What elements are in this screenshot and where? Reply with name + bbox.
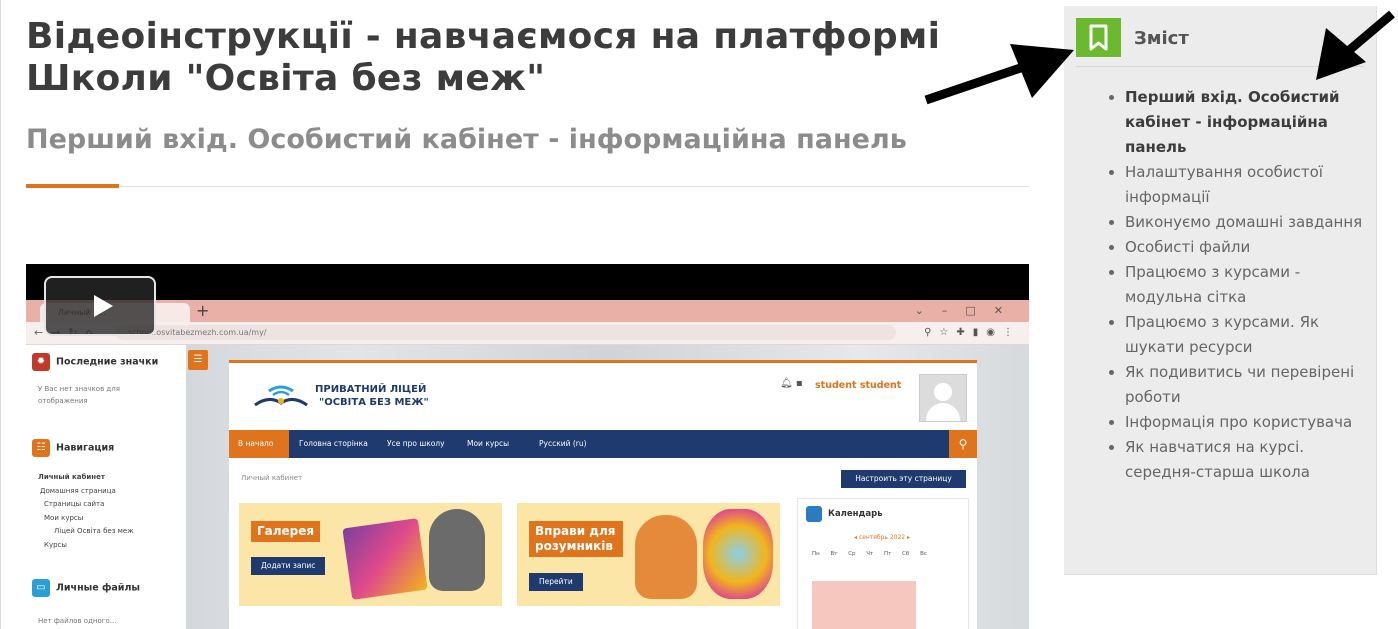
exercises-banner-title: Вправи для розумників bbox=[529, 521, 623, 557]
site-nav-item: Усе про школу bbox=[387, 439, 445, 448]
video-frame-browser: Личный к... + ⌄–□✕ ←→↻⌂ school.osvitabez… bbox=[26, 300, 1029, 629]
raccoon-mascot-icon bbox=[429, 509, 485, 591]
calendar-month: ◂ сентябрь 2022 ▸ bbox=[853, 534, 911, 541]
nav-tree-item: Личный кабинет bbox=[38, 473, 105, 481]
browser-urlbar: ←→↻⌂ school.osvitabezmezh.com.ua/my/ ⚲☆✚… bbox=[26, 322, 1029, 345]
notifications-icon: 🔔︎ ▪ bbox=[780, 378, 803, 389]
title-divider-accent bbox=[26, 184, 119, 188]
files-block-title: ▭ Личные файлы bbox=[32, 579, 140, 598]
avatar bbox=[919, 374, 967, 422]
site-page: ПРИВАТНИЙ ЛІЦЕЙ "ОСВІТА БЕЗ МЕЖ" 🔔︎ ▪ st… bbox=[229, 360, 977, 629]
bookmark-icon bbox=[1076, 18, 1121, 57]
page-left-border bbox=[0, 0, 1, 629]
nav-tree-item: Мои курсы bbox=[44, 513, 84, 522]
toc-item-checked-works[interactable]: Як подивитись чи перевірені роботи bbox=[1125, 360, 1365, 410]
calendar-weekdays: Пн Вт Ср Чт Пт Сб Вс bbox=[812, 551, 927, 557]
calendar-grid bbox=[812, 581, 916, 629]
badges-block-title: ✹ Последние значки bbox=[32, 353, 158, 372]
toc-divider bbox=[1076, 66, 1364, 67]
site-nav-item: В начало bbox=[238, 439, 274, 448]
gallery-banner: Галерея Додати запис bbox=[239, 503, 502, 606]
sitemap-icon: ☷ bbox=[32, 439, 50, 457]
gallery-painting-icon bbox=[342, 518, 428, 600]
site-nav: В начало Головна сторінка Усе про школу … bbox=[229, 430, 977, 458]
calendar-icon bbox=[806, 505, 822, 522]
school-logo-text: ПРИВАТНИЙ ЛІЦЕЙ "ОСВІТА БЕЗ МЕЖ" bbox=[315, 383, 429, 409]
badge-icon: ✹ bbox=[32, 353, 50, 371]
drawer-toggle-icon: ☰ bbox=[188, 350, 208, 370]
logo-line-1: ПРИВАТНИЙ ЛІЦЕЙ bbox=[315, 384, 427, 395]
nav-tree-item: Курсы bbox=[44, 540, 67, 549]
toc-item-courses-resources[interactable]: Працюємо з курсами. Як шукати ресурси bbox=[1125, 310, 1365, 360]
brain-art-icon bbox=[703, 509, 773, 599]
table-of-contents: Зміст Перший вхід. Особистий кабінет - і… bbox=[1064, 6, 1377, 575]
files-block-text: Нет файлов одного... bbox=[38, 617, 117, 625]
avatar-head bbox=[934, 383, 952, 401]
folder-icon: ▭ bbox=[32, 579, 50, 597]
site-nav-item: Русский (ru) bbox=[539, 439, 587, 448]
calendar-block: Календарь ◂ сентябрь 2022 ▸ Пн Вт Ср Чт … bbox=[797, 498, 969, 629]
site-nav-item: Мои курсы bbox=[467, 439, 510, 448]
calendar-title: Календарь bbox=[806, 505, 883, 523]
school-logo-icon bbox=[254, 385, 308, 407]
badges-block-text: У Вас нет значков для отображения bbox=[38, 385, 120, 405]
breadcrumb: Личный кабинет bbox=[241, 474, 303, 482]
title-divider bbox=[26, 186, 1029, 187]
toc-item-homework[interactable]: Виконуємо домашні завдання bbox=[1125, 210, 1365, 235]
browser-url: school.osvitabezmezh.com.ua/my/ bbox=[116, 325, 896, 340]
gallery-add-button: Додати запис bbox=[251, 557, 326, 575]
logo-line-2: "ОСВІТА БЕЗ МЕЖ" bbox=[319, 397, 429, 408]
toc-item-personal-files[interactable]: Особисті файли bbox=[1125, 235, 1365, 260]
toc-item-user-info[interactable]: Інформація про користувача bbox=[1125, 410, 1365, 435]
site-search-icon: ⚲ bbox=[949, 430, 977, 458]
play-icon bbox=[94, 295, 113, 317]
toc-title: Зміст bbox=[1134, 28, 1189, 49]
play-button[interactable] bbox=[44, 276, 156, 336]
fox-mascot-icon bbox=[635, 515, 697, 599]
site-nav-item: Головна сторінка bbox=[299, 439, 368, 448]
avatar-body bbox=[926, 403, 960, 421]
badges-title-text: Последние значки bbox=[56, 356, 159, 368]
customize-page-button: Настроить эту страницу bbox=[841, 470, 966, 488]
navigation-tree: Личный кабинет Домашняя страница Страниц… bbox=[38, 471, 134, 552]
nav-tree-item: Ліцей Освіта без меж bbox=[54, 527, 134, 535]
toc-item-course-learning[interactable]: Як навчатися на курсі. середня-старша шк… bbox=[1125, 435, 1365, 485]
navigation-block-title: ☷ Навигация bbox=[32, 439, 114, 458]
bookmark-icon-svg bbox=[1089, 24, 1108, 51]
window-controls-icon: ⌄–□✕ bbox=[914, 304, 1021, 317]
page-subtitle: Перший вхід. Особистий кабінет - інформа… bbox=[26, 124, 907, 155]
toc-item-first-login[interactable]: Перший вхід. Особистий кабінет - інформа… bbox=[1125, 85, 1365, 160]
gallery-banner-title: Галерея bbox=[251, 521, 321, 542]
user-menu-name: student student bbox=[815, 380, 902, 391]
nav-tree-item: Домашняя страница bbox=[40, 486, 116, 495]
calendar-month-text: сентябрь 2022 bbox=[858, 534, 906, 541]
navigation-title-text: Навигация bbox=[56, 442, 115, 454]
page-title: Відеоінструкції - навчаємося на платформ… bbox=[26, 16, 941, 99]
exercises-banner: Вправи для розумників Перейти bbox=[517, 503, 780, 606]
files-title-text: Личные файлы bbox=[56, 582, 141, 594]
new-tab-icon: + bbox=[196, 301, 210, 320]
toc-list: Перший вхід. Особистий кабінет - інформа… bbox=[1111, 85, 1365, 485]
video-player[interactable]: Личный к... + ⌄–□✕ ←→↻⌂ school.osvitabez… bbox=[26, 264, 1029, 629]
nav-tree-item: Страницы сайта bbox=[44, 500, 105, 508]
browser-tabbar: Личный к... + ⌄–□✕ bbox=[26, 300, 1029, 322]
toc-item-personal-info[interactable]: Налаштування особистої інформації bbox=[1125, 160, 1365, 210]
site-header: ПРИВАТНИЙ ЛІЦЕЙ "ОСВІТА БЕЗ МЕЖ" 🔔︎ ▪ st… bbox=[229, 360, 977, 433]
calendar-title-text: Календарь bbox=[828, 509, 883, 519]
toc-item-courses-grid[interactable]: Працюємо з курсами - модульна сітка bbox=[1125, 260, 1365, 310]
exercises-go-button: Перейти bbox=[529, 573, 583, 591]
moodle-left-column: ✹ Последние значки У Вас нет значков для … bbox=[26, 345, 187, 629]
browser-extensions-icon: ⚲☆✚▮◉⋮ bbox=[924, 327, 1021, 338]
